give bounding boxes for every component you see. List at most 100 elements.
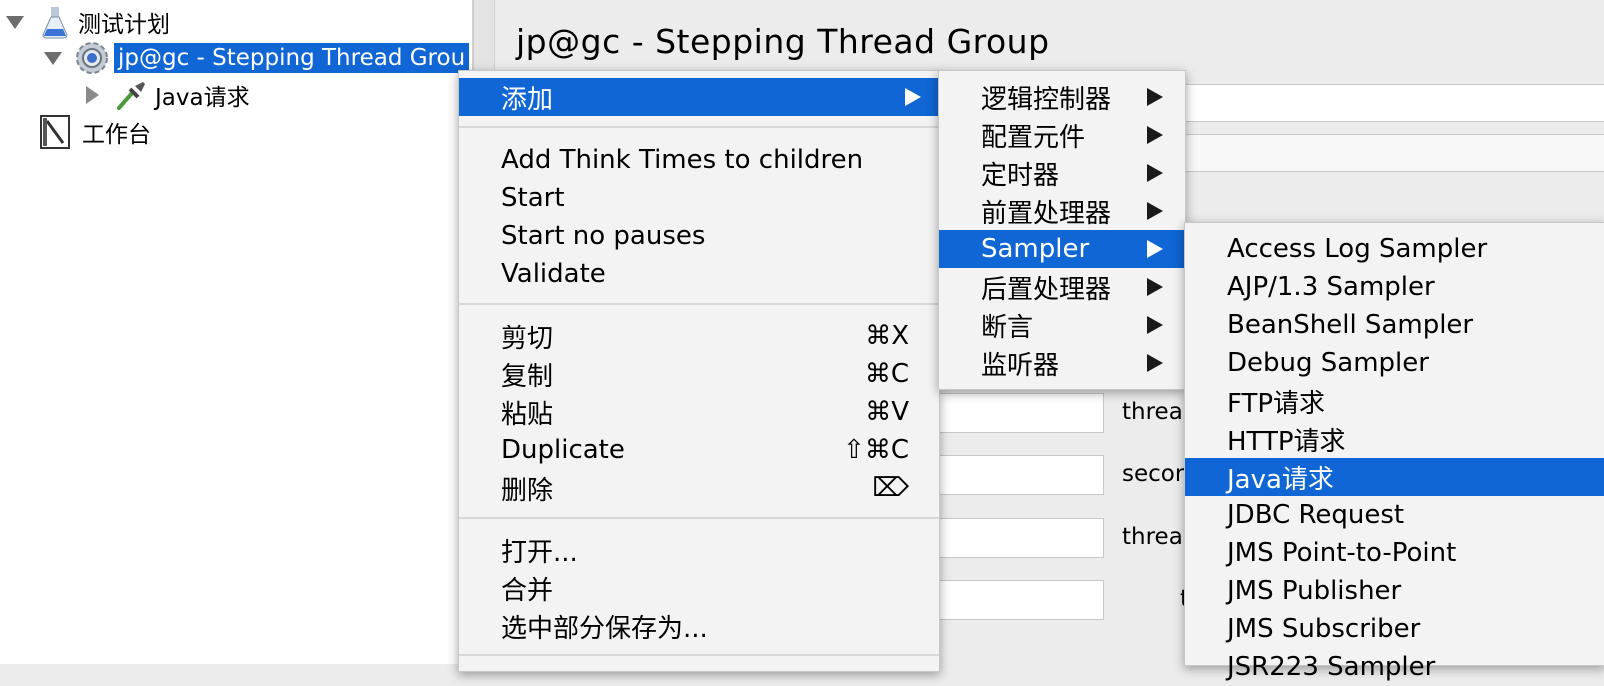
menu-item-paste[interactable]: 粘贴 ⌘V [459,393,939,431]
submenu-item-sampler[interactable]: Sampler [939,230,1185,268]
submenu-item-config-element[interactable]: 配置元件 [939,116,1185,154]
panel-title: jp@gc - Stepping Thread Group [516,22,1050,61]
menu-item-label: 断言 [981,312,1034,343]
gear-icon [76,42,108,74]
menu-item-delete[interactable]: 删除 ⌦ [459,469,939,507]
menu-item-label: JSR223 Sampler [1227,652,1436,682]
sampler-item-jms-subscriber[interactable]: JMS Subscriber [1185,610,1604,648]
menu-separator [459,517,939,519]
menu-item-label: Add Think Times to children [501,145,864,175]
submenu-arrow-icon [1147,202,1163,220]
menu-item-label: 粘贴 [501,399,554,430]
add-submenu: 逻辑控制器 配置元件 定时器 前置处理器 Sampler 后置处理器 断言 监听… [938,70,1186,390]
menu-item-add-think-times[interactable]: Add Think Times to children [459,141,939,179]
menu-separator [459,654,939,656]
shortcut-label: ⇧⌘C [843,435,909,465]
menu-item-label: HTTP请求 [1227,426,1346,457]
shortcut-label: ⌘V [865,397,909,427]
sampler-item-jsr223[interactable]: JSR223 Sampler [1185,648,1604,686]
threads-field[interactable] [930,393,1104,433]
menu-item-label: 配置元件 [981,122,1086,153]
menu-item-label: 后置处理器 [981,274,1112,305]
menu-separator [459,303,939,305]
tree-node-workbench[interactable]: 工作台 [38,114,151,150]
context-menu: 添加 Add Think Times to children Start Sta… [458,70,940,672]
sampler-item-ftp[interactable]: FTP请求 [1185,382,1604,420]
menu-item-validate[interactable]: Validate [459,255,939,293]
submenu-arrow-icon [1147,240,1163,258]
flask-icon [42,7,68,39]
menu-item-label: 合并 [501,575,554,606]
menu-item-label: AJP/1.3 Sampler [1227,272,1435,302]
shortcut-label: ⌘X [865,321,909,351]
submenu-item-post-processor[interactable]: 后置处理器 [939,268,1185,306]
submenu-arrow-icon [905,88,921,106]
menu-item-label: 定时器 [981,160,1060,191]
sampler-item-access-log[interactable]: Access Log Sampler [1185,230,1604,268]
submenu-arrow-icon [1147,316,1163,334]
expand-triangle-icon[interactable] [86,86,99,104]
tree-node-test-plan[interactable]: 测试计划 [6,4,170,40]
menu-item-label: BeanShell Sampler [1227,310,1474,340]
threads-field-2[interactable] [930,518,1104,558]
menu-item-label: 监听器 [981,350,1060,381]
collapse-triangle-icon[interactable] [44,51,62,65]
sampler-submenu: Access Log Sampler AJP/1.3 Sampler BeanS… [1184,222,1604,682]
menu-item-copy[interactable]: 复制 ⌘C [459,355,939,393]
tree-node-java-request[interactable]: Java请求 [86,77,250,113]
submenu-arrow-icon [1147,164,1163,182]
collapse-triangle-icon[interactable] [6,15,24,29]
menu-item-label: Debug Sampler [1227,348,1429,378]
threads-label: threa [1122,399,1183,425]
sampler-item-java[interactable]: Java请求 [1185,458,1604,496]
menu-item-merge[interactable]: 合并 [459,569,939,607]
sampler-item-debug[interactable]: Debug Sampler [1185,344,1604,382]
menu-item-start-no-pauses[interactable]: Start no pauses [459,217,939,255]
menu-item-label: Start no pauses [501,221,706,251]
menu-item-label: 选中部分保存为... [501,613,708,644]
time-field[interactable] [930,580,1104,620]
menu-item-label: JMS Point-to-Point [1227,538,1457,568]
submenu-item-assertion[interactable]: 断言 [939,306,1185,344]
submenu-item-logic-controller[interactable]: 逻辑控制器 [939,78,1185,116]
submenu-item-timer[interactable]: 定时器 [939,154,1185,192]
submenu-arrow-icon [1147,126,1163,144]
menu-item-label: 逻辑控制器 [981,84,1112,115]
sampler-item-jms-p2p[interactable]: JMS Point-to-Point [1185,534,1604,572]
sampler-item-ajp[interactable]: AJP/1.3 Sampler [1185,268,1604,306]
sampler-item-beanshell[interactable]: BeanShell Sampler [1185,306,1604,344]
menu-item-label: 添加 [501,84,554,115]
menu-item-save-selection-as[interactable]: 选中部分保存为... [459,607,939,645]
submenu-item-pre-processor[interactable]: 前置处理器 [939,192,1185,230]
menu-item-label: Java请求 [1227,464,1334,495]
menu-item-add[interactable]: 添加 [459,78,939,116]
test-plan-tree: 测试计划 jp@gc - Stepping Thread Grou Java请求… [0,0,474,664]
menu-separator [459,126,939,128]
menu-item-label: Duplicate [501,435,625,465]
menu-item-start[interactable]: Start [459,179,939,217]
tree-label-thread-group[interactable]: jp@gc - Stepping Thread Grou [114,43,470,73]
sampler-item-jdbc[interactable]: JDBC Request [1185,496,1604,534]
menu-item-open[interactable]: 打开... [459,531,939,569]
menu-item-label: JMS Publisher [1227,576,1402,606]
workbench-icon [40,115,70,149]
menu-item-duplicate[interactable]: Duplicate ⇧⌘C [459,431,939,469]
threads-label-2: threa [1122,524,1183,550]
pipette-icon [117,82,145,110]
submenu-arrow-icon [1147,88,1163,106]
menu-item-label: Validate [501,259,606,289]
sampler-item-jms-publisher[interactable]: JMS Publisher [1185,572,1604,610]
menu-item-label: Access Log Sampler [1227,234,1488,264]
seconds-field[interactable] [930,455,1104,495]
sampler-item-http[interactable]: HTTP请求 [1185,420,1604,458]
menu-item-label: 删除 [501,475,554,506]
menu-item-label: 剪切 [501,323,554,354]
tree-node-thread-group[interactable]: jp@gc - Stepping Thread Grou [44,40,470,76]
submenu-item-listener[interactable]: 监听器 [939,344,1185,382]
menu-item-cut[interactable]: 剪切 ⌘X [459,317,939,355]
seconds-label: secor [1122,461,1185,487]
menu-item-label: FTP请求 [1227,388,1326,419]
menu-item-label: 打开... [501,537,578,568]
name-field[interactable] [1165,84,1604,122]
comments-field[interactable] [1165,134,1604,172]
